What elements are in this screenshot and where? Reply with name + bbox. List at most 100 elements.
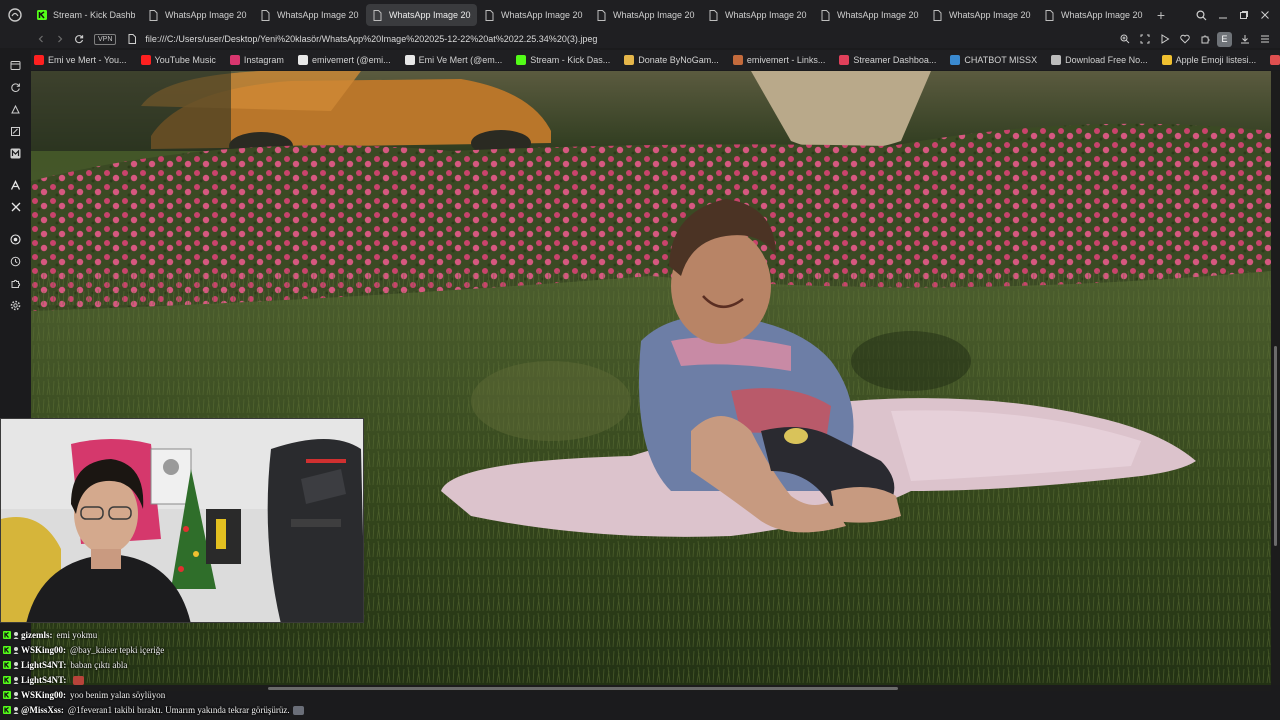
flow-icon[interactable] — [0, 98, 31, 120]
page-icon — [708, 9, 719, 21]
back-icon[interactable] — [31, 30, 50, 48]
minimize-icon[interactable] — [1213, 4, 1232, 26]
bookmark-6[interactable]: Donate ByNoGam... — [624, 55, 719, 65]
bookmark-favicon-icon — [1270, 55, 1280, 65]
chat-username[interactable]: gizemls: — [21, 630, 53, 640]
bookmark-11[interactable]: Apple Emoji listesi... — [1161, 55, 1257, 65]
tab-8[interactable]: WhatsApp Image 2025 — [926, 4, 1037, 26]
subscriber-badge-icon — [12, 631, 20, 639]
tab-1[interactable]: WhatsApp Image 2025 — [142, 4, 253, 26]
vertical-scrollbar[interactable] — [1271, 71, 1280, 685]
bookmarks-bar: Emi ve Mert - You... YouTube Music Instagr… — [0, 50, 1280, 70]
kick-badge-icon — [3, 661, 11, 669]
profile-avatar[interactable]: E — [1215, 30, 1234, 48]
vpn-badge[interactable]: VPN — [94, 33, 117, 45]
tab-0[interactable]: Stream - Kick Dashboard — [30, 4, 141, 26]
tab-5[interactable]: WhatsApp Image 2025 — [590, 4, 701, 26]
subscriber-badge-icon — [12, 661, 20, 669]
bookmark-label: Apple Emoji listesi... — [1175, 55, 1257, 65]
chat-username[interactable]: LightS4NT: — [21, 675, 66, 685]
tab-title: WhatsApp Image 2025 — [725, 10, 807, 20]
file-icon — [122, 30, 141, 48]
bookmark-2[interactable]: Instagram — [229, 55, 284, 65]
tab-title: WhatsApp Image 2025-1 — [389, 10, 471, 20]
tab-7[interactable]: WhatsApp Image 2025 — [814, 4, 925, 26]
x-icon[interactable] — [0, 196, 31, 218]
bookmark-7[interactable]: emivemert - Links... — [732, 55, 826, 65]
chat-username[interactable]: WSKing00: — [21, 645, 66, 655]
chat-message: LightS4NT: — [3, 673, 85, 687]
chat-text: emi yokmu — [56, 630, 98, 640]
webcam-overlay — [0, 418, 364, 623]
tab-4[interactable]: WhatsApp Image 2025 — [478, 4, 589, 26]
tab-6[interactable]: WhatsApp Image 2025 — [702, 4, 813, 26]
bookmark-label: Emi ve Mert - You... — [48, 55, 127, 65]
subscriber-badge-icon — [12, 646, 20, 654]
url-field[interactable]: file:///C:/Users/user/Desktop/Yeni%20kla… — [145, 34, 597, 44]
restore-icon[interactable] — [1234, 4, 1253, 26]
bookmark-0[interactable]: Emi ve Mert - You... — [34, 55, 127, 65]
notes-icon[interactable] — [0, 120, 31, 142]
messenger-icon[interactable] — [0, 54, 31, 76]
bookmark-4[interactable]: Emi Ve Mert (@em... — [404, 55, 502, 65]
bookmark-9[interactable]: CHATBOT MISSX — [950, 55, 1037, 65]
bookmark-favicon-icon — [1161, 55, 1172, 65]
extensions-icon[interactable] — [0, 272, 31, 294]
bookmark-label: Download Free No... — [1065, 55, 1148, 65]
vertical-scroll-thumb[interactable] — [1274, 346, 1277, 546]
tab-strip: Stream - Kick Dashboard WhatsApp Image 20… — [0, 0, 1280, 30]
chat-emote-icon — [73, 675, 85, 685]
tab-2[interactable]: WhatsApp Image 2025 — [254, 4, 365, 26]
bookmark-label: emivemert - Links... — [746, 55, 826, 65]
browser-menu-icon[interactable] — [0, 0, 30, 30]
reload-icon[interactable] — [69, 30, 88, 48]
bookmark-1[interactable]: YouTube Music — [140, 55, 216, 65]
chat-username[interactable]: WSKing00: — [21, 690, 66, 700]
bookmark-10[interactable]: Download Free No... — [1051, 55, 1148, 65]
chat-username[interactable]: @MissXss: — [21, 705, 64, 715]
download-icon[interactable] — [1235, 30, 1254, 48]
kick-badge-icon — [3, 676, 11, 684]
zoom-icon[interactable] — [1115, 30, 1134, 48]
forward-icon[interactable] — [50, 30, 69, 48]
chat-emote-icon — [292, 705, 304, 715]
page-icon — [1044, 9, 1055, 21]
chat-text: baban çıktı abla — [70, 660, 128, 670]
page-icon — [260, 9, 271, 21]
close-icon[interactable] — [1255, 4, 1274, 26]
extensions-icon[interactable] — [1195, 30, 1214, 48]
snapshot-icon[interactable] — [1135, 30, 1154, 48]
bookmark-favicon-icon — [140, 55, 151, 65]
heart-icon[interactable] — [1175, 30, 1194, 48]
bookmark-label: YouTube Music — [154, 55, 216, 65]
new-tab-button[interactable]: + — [1150, 4, 1172, 26]
menu-icon[interactable] — [1255, 30, 1274, 48]
bookmark-8[interactable]: Streamer Dashboa... — [839, 55, 936, 65]
chat-text: @1feveran1 takibi bıraktı. Umarım yakınd… — [67, 705, 290, 715]
chat-message: @MissXss: @1feveran1 takibi bıraktı. Umar… — [3, 703, 304, 717]
aria-icon[interactable] — [0, 174, 31, 196]
chat-overlay: gizemls: emi yokmu WSKing00: @bay_kaiser te… — [0, 625, 600, 720]
whatsapp-icon[interactable] — [0, 228, 31, 250]
history-icon[interactable] — [0, 250, 31, 272]
refresh-icon[interactable] — [0, 76, 31, 98]
m-icon[interactable] — [0, 142, 31, 164]
bookmark-favicon-icon — [950, 55, 961, 65]
kick-badge-icon — [3, 631, 11, 639]
tab-title: WhatsApp Image 2025 — [1061, 10, 1143, 20]
settings-icon[interactable] — [0, 294, 31, 316]
bookmark-12[interactable]: fsfsd — [1270, 55, 1280, 65]
bookmark-3[interactable]: emivemert (@emi... — [297, 55, 391, 65]
chat-username[interactable]: LightS4NT: — [21, 660, 66, 670]
play-icon[interactable] — [1155, 30, 1174, 48]
bookmark-5[interactable]: Stream - Kick Das... — [516, 55, 610, 65]
address-bar: VPN file:///C:/Users/user/Desktop/Yeni%2… — [0, 30, 1280, 48]
tab-3[interactable]: WhatsApp Image 2025-1 — [366, 4, 477, 26]
page-icon — [372, 9, 383, 21]
page-icon — [820, 9, 831, 21]
search-tabs-icon[interactable] — [1192, 4, 1211, 26]
subscriber-badge-icon — [12, 706, 20, 714]
bookmark-favicon-icon — [732, 55, 743, 65]
bookmark-label: Donate ByNoGam... — [638, 55, 719, 65]
tab-9[interactable]: WhatsApp Image 2025 — [1038, 4, 1149, 26]
